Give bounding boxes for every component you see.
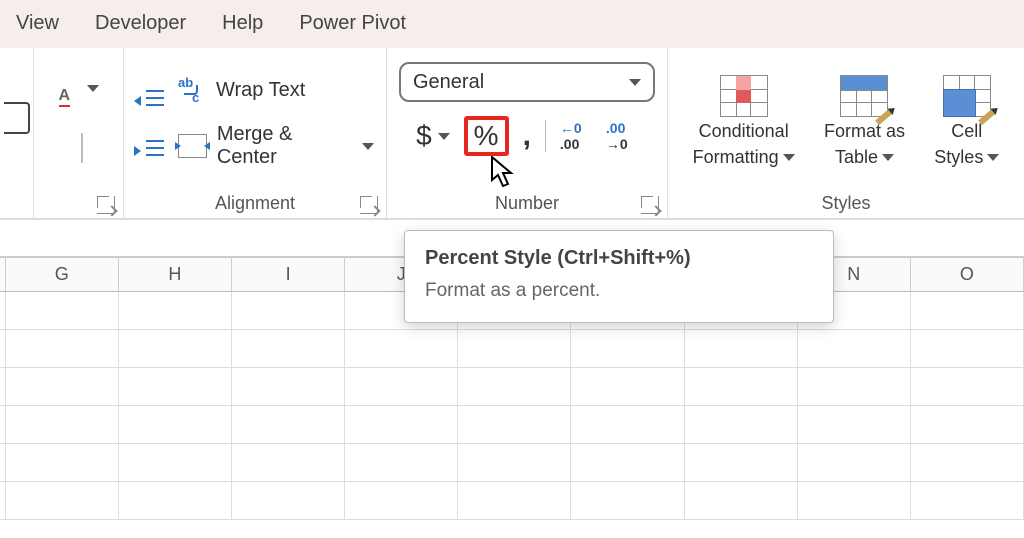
ribbon: A abc [0, 48, 1024, 220]
menu-bar: View Developer Help Power Pivot [0, 0, 1024, 48]
dialog-launcher-icon[interactable] [360, 196, 378, 214]
menu-help[interactable]: Help [222, 12, 263, 35]
chevron-down-icon [987, 154, 999, 161]
cell-styles-button[interactable]: Cell Styles [934, 75, 999, 168]
accounting-format-button[interactable]: $ [416, 120, 432, 152]
ribbon-group-partial-clipboard [0, 48, 34, 218]
chevron-down-icon [87, 85, 99, 92]
format-as-table-icon [840, 75, 888, 117]
cells-area[interactable] [0, 292, 1024, 520]
merge-center-icon [178, 134, 207, 158]
group-label-alignment: Alignment [215, 193, 295, 214]
comma-style-button[interactable]: , [523, 119, 531, 153]
number-format-value: General [413, 71, 484, 94]
ribbon-group-partial-font: A [34, 48, 124, 218]
ribbon-group-number: General $ % , ←0 .00 .00 →0 Number [387, 48, 668, 218]
increase-decimal-button[interactable]: ←0 .00 [560, 120, 592, 152]
tooltip-percent-style: Percent Style (Ctrl+Shift+%) Format as a… [404, 230, 834, 323]
separator [81, 133, 83, 163]
menu-power-pivot[interactable]: Power Pivot [299, 12, 406, 35]
wrap-text-label: Wrap Text [216, 79, 305, 102]
format-as-table-button[interactable]: Format as Table [824, 75, 905, 168]
arrow-right-icon [134, 146, 141, 156]
menu-developer[interactable]: Developer [95, 12, 186, 35]
decrease-indent-button[interactable] [136, 86, 170, 114]
ribbon-group-styles: Conditional Formatting Format as Table C… [668, 48, 1024, 218]
column-header-H[interactable]: H [119, 258, 232, 291]
separator [545, 120, 546, 152]
chevron-down-icon [882, 154, 894, 161]
wrap-text-button[interactable]: abc Wrap Text [178, 77, 374, 103]
tooltip-description: Format as a percent. [425, 280, 813, 302]
percent-style-button[interactable]: % [464, 116, 509, 156]
merge-center-button[interactable]: Merge & Center [178, 123, 352, 169]
arrow-left-icon [134, 96, 141, 106]
column-header-G[interactable]: G [6, 258, 119, 291]
group-label-styles: Styles [821, 193, 870, 214]
conditional-formatting-icon [720, 75, 768, 117]
chevron-down-icon [629, 79, 641, 86]
paste-button-edge[interactable] [4, 102, 30, 134]
dialog-launcher-icon[interactable] [97, 196, 115, 214]
tooltip-title: Percent Style (Ctrl+Shift+%) [425, 247, 813, 270]
conditional-formatting-button[interactable]: Conditional Formatting [693, 75, 795, 168]
number-format-combo[interactable]: General [399, 62, 655, 102]
cell-styles-icon [943, 75, 991, 117]
sensitivity-button[interactable]: A [59, 81, 99, 109]
column-header-O[interactable]: O [911, 258, 1024, 291]
chevron-down-icon[interactable] [438, 133, 450, 140]
group-label-number: Number [495, 193, 559, 214]
decrease-decimal-button[interactable]: .00 →0 [606, 120, 638, 152]
merge-center-label: Merge & Center [217, 123, 352, 169]
chevron-down-icon[interactable] [362, 143, 374, 150]
dialog-launcher-icon[interactable] [641, 196, 659, 214]
increase-indent-button[interactable] [136, 136, 170, 164]
ribbon-group-alignment: abc Wrap Text Merge & Center Alignment [124, 48, 387, 218]
wrap-text-icon: abc [178, 77, 206, 103]
pencil-icon [978, 109, 996, 125]
column-header-I[interactable]: I [232, 258, 345, 291]
menu-view[interactable]: View [16, 12, 59, 35]
chevron-down-icon [783, 154, 795, 161]
